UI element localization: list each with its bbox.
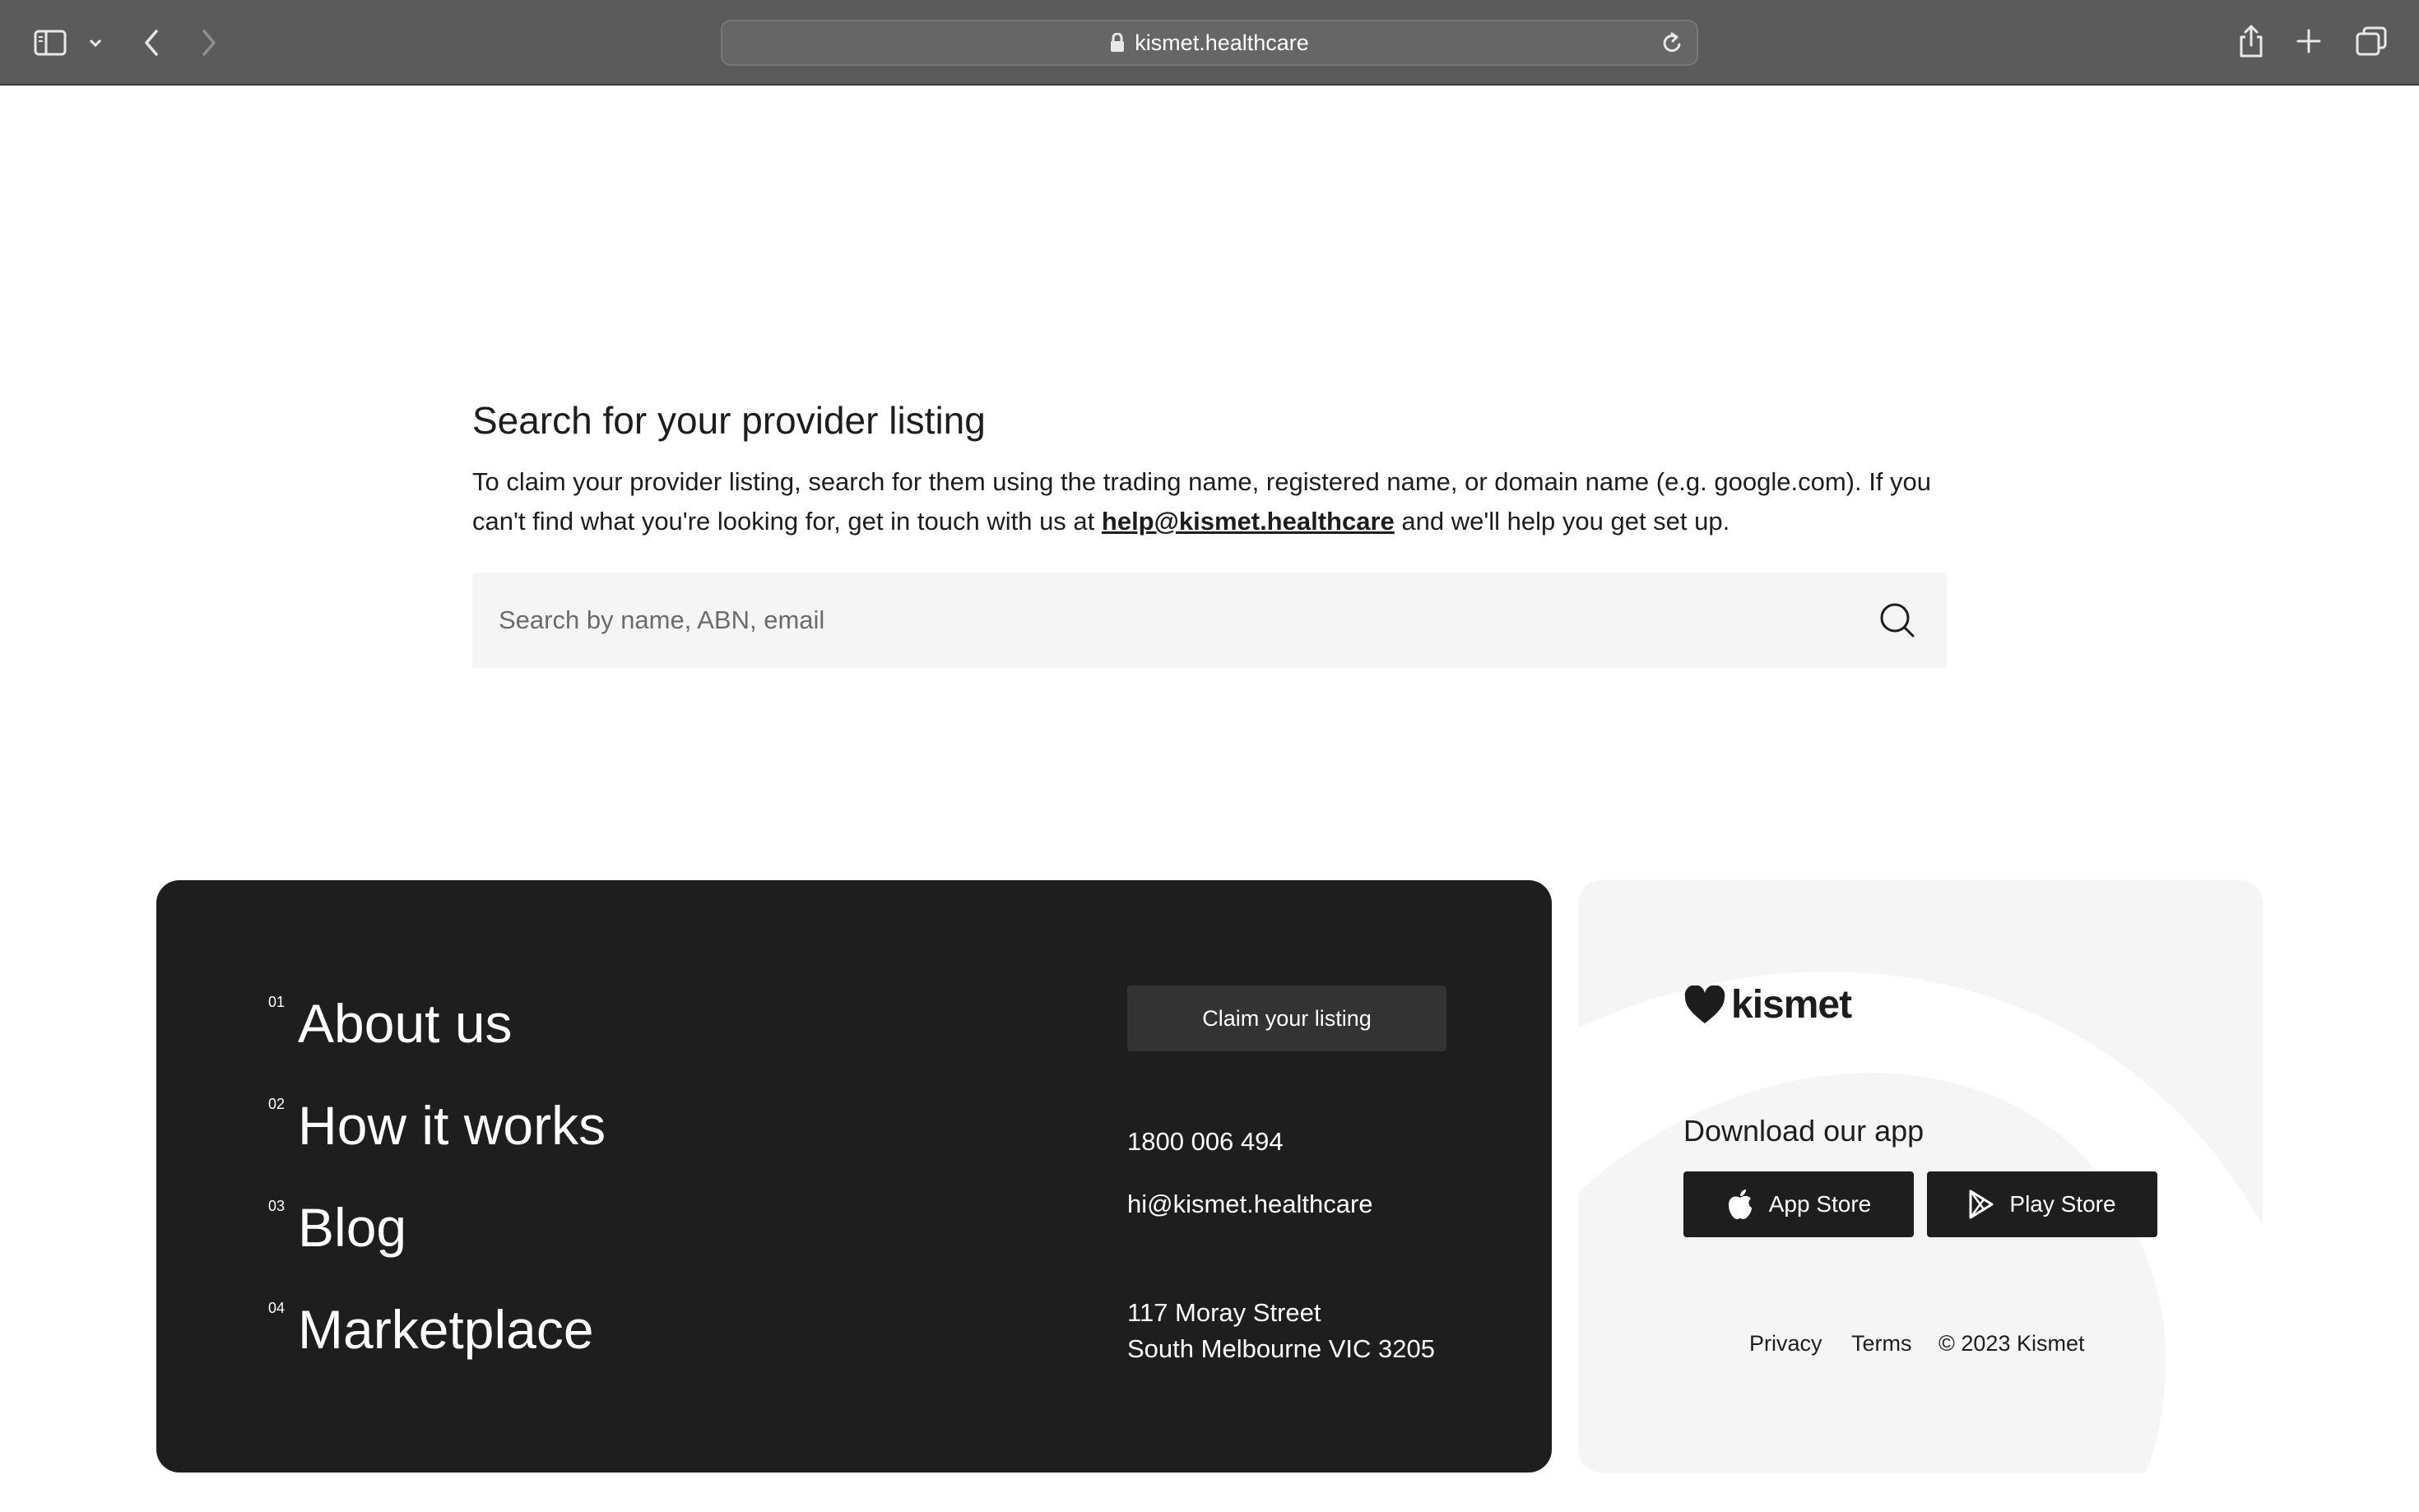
app-store-label: App Store: [1768, 1191, 1872, 1217]
footer-nav-about-us[interactable]: 01 About us: [268, 990, 513, 1056]
address-line-1: 117 Moray Street: [1127, 1298, 1321, 1327]
footer-nav-marketplace[interactable]: 04 Marketplace: [268, 1296, 594, 1362]
app-store-button[interactable]: App Store: [1683, 1171, 1914, 1237]
privacy-link[interactable]: Privacy: [1749, 1331, 1822, 1357]
nav-number: 01: [268, 994, 286, 1010]
play-store-label: Play Store: [2009, 1191, 2116, 1217]
nav-number: 02: [268, 1096, 286, 1112]
email-link[interactable]: hi@kismet.healthcare: [1127, 1186, 1373, 1222]
phone-link[interactable]: 1800 006 494: [1127, 1124, 1284, 1160]
footer-nav-card: 01 About us 02 How it works 03 Blog 04 M…: [156, 880, 1552, 1473]
heart-icon: [1684, 985, 1725, 1023]
brand-wordmark: kismet: [1731, 983, 1852, 1027]
kismet-logo: kismet: [1683, 982, 1852, 1027]
chevron-down-icon[interactable]: [86, 33, 105, 53]
description-text-end: and we'll help you get set up.: [1394, 507, 1730, 536]
page-title: Search for your provider listing: [472, 399, 986, 442]
lock-icon: [1110, 33, 1125, 53]
terms-link[interactable]: Terms: [1851, 1331, 1912, 1357]
play-store-button[interactable]: Play Store: [1927, 1171, 2157, 1237]
nav-number: 04: [268, 1300, 286, 1316]
page-description: To claim your provider listing, search f…: [472, 462, 1947, 541]
claim-listing-button[interactable]: Claim your listing: [1127, 986, 1446, 1051]
download-app-title: Download our app: [1683, 1114, 1925, 1148]
search-box: [472, 573, 1947, 668]
nav-label: Blog: [298, 1197, 407, 1258]
apple-icon: [1726, 1188, 1754, 1221]
back-icon[interactable]: [137, 25, 166, 61]
copyright-text: © 2023 Kismet: [1938, 1331, 2085, 1356]
browser-toolbar: kismet.healthcare: [0, 0, 2419, 86]
help-email-link[interactable]: help@kismet.healthcare: [1102, 507, 1395, 536]
footer-nav-how-it-works[interactable]: 02 How it works: [268, 1092, 606, 1158]
url-text: kismet.healthcare: [1135, 30, 1309, 55]
address-bar[interactable]: kismet.healthcare: [721, 20, 1698, 66]
decorative-arcs: [1578, 880, 2263, 1473]
search-icon[interactable]: [1878, 601, 1917, 640]
nav-number: 03: [268, 1198, 286, 1214]
share-icon[interactable]: [2235, 21, 2268, 61]
nav-label: Marketplace: [298, 1299, 594, 1360]
forward-icon[interactable]: [194, 25, 224, 61]
sidebar-toggle-icon[interactable]: [33, 26, 67, 59]
search-section: Search for your provider listing To clai…: [472, 395, 1947, 668]
address-line-2: South Melbourne VIC 3205: [1127, 1334, 1435, 1363]
footer-nav-blog[interactable]: 03 Blog: [268, 1194, 406, 1260]
nav-label: How it works: [298, 1095, 606, 1156]
footer-app-card: kismet Download our app App Store Play S…: [1578, 880, 2263, 1473]
reload-icon[interactable]: [1660, 31, 1683, 60]
search-input[interactable]: [472, 573, 1822, 668]
nav-label: About us: [298, 993, 513, 1054]
new-tab-icon[interactable]: [2294, 26, 2324, 56]
play-store-icon: [1968, 1190, 1994, 1219]
tab-overview-icon[interactable]: [2355, 25, 2388, 58]
